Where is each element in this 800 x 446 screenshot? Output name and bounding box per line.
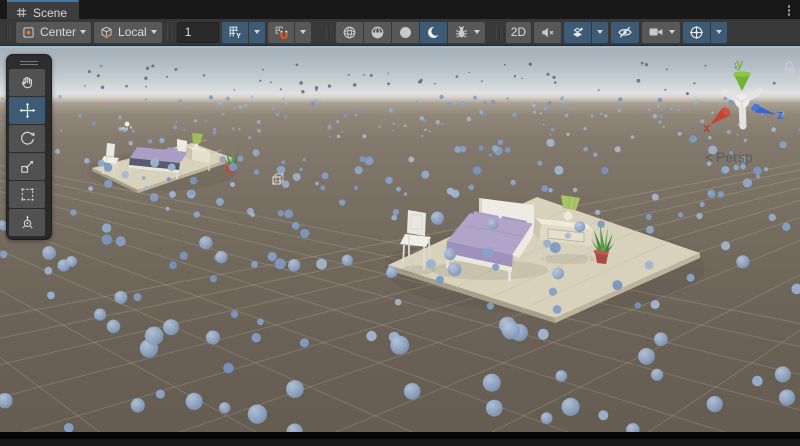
grid-visibility-dropdown[interactable] [249, 22, 265, 43]
particles-far [1, 95, 800, 139]
local-cube-icon [99, 25, 114, 40]
toolbar-drag-handle[interactable] [167, 25, 172, 40]
toolbar-drag-handle[interactable] [6, 25, 11, 40]
effects-toggle[interactable] [564, 22, 591, 43]
axis-y-label: y [736, 56, 744, 71]
gizmos-toggle[interactable] [683, 22, 710, 43]
chevron-down-icon [474, 30, 480, 34]
axis-y-cone[interactable] [734, 71, 751, 91]
grid-size-input[interactable] [177, 22, 219, 43]
move-tool[interactable] [9, 97, 45, 124]
orientation-dropdown[interactable]: Local [94, 22, 162, 43]
snap-magnet-icon [273, 24, 289, 40]
shading-shaded-button[interactable] [392, 22, 419, 43]
camera-dropdown[interactable] [642, 22, 680, 43]
tab-scene-label: Scene [33, 6, 67, 20]
tab-scene[interactable]: Scene [7, 0, 79, 21]
tools-overlay [6, 54, 52, 240]
2d-mode-toggle[interactable]: 2D [506, 22, 531, 43]
chevron-down-icon [716, 30, 722, 34]
chevron-down-icon [597, 30, 603, 34]
shading-wireframe-button[interactable] [336, 22, 363, 43]
hand-icon [19, 74, 36, 91]
2d-mode-label: 2D [511, 25, 526, 39]
snap-dropdown[interactable] [295, 22, 311, 43]
projection-label: Persp [716, 149, 753, 165]
effects-dropdown[interactable] [592, 22, 608, 43]
projection-arrow: < [705, 149, 713, 165]
chevron-down-icon [151, 30, 157, 34]
toolbar-drag-handle[interactable] [326, 25, 331, 40]
eye-hidden-icon [616, 23, 634, 41]
gizmo-sphere-icon [688, 24, 705, 41]
chevron-down-icon [254, 30, 260, 34]
chevron-down-icon [669, 30, 675, 34]
audio-toggle[interactable] [534, 22, 561, 43]
move-icon [19, 102, 36, 119]
transform-icon [19, 214, 36, 231]
lock-icon[interactable] [784, 62, 794, 75]
gizmos-dropdown[interactable] [711, 22, 727, 43]
rect-tool[interactable] [9, 181, 45, 208]
particle-gizmo[interactable] [273, 174, 283, 184]
scene-lighting-toggle[interactable] [420, 22, 447, 43]
audio-muted-icon [539, 24, 556, 41]
view-hand-tool[interactable] [9, 69, 45, 96]
scene-viewport[interactable]: y x z < Persp [0, 46, 800, 439]
scene-visibility-toggle[interactable] [611, 22, 639, 43]
snap-toggle[interactable] [268, 22, 294, 43]
pivot-label: Center [40, 25, 76, 39]
particles-foreground [0, 317, 795, 439]
particles-sky [7, 62, 775, 95]
debug-dropdown[interactable] [448, 22, 485, 43]
orientation-label: Local [118, 25, 147, 39]
axis-z-label: z [777, 107, 784, 122]
tools-drag-handle[interactable] [9, 57, 49, 68]
projection-toggle[interactable]: < Persp [705, 149, 753, 165]
grid-visibility-toggle[interactable]: Y [222, 22, 248, 43]
sphere-half-icon [369, 24, 386, 41]
sphere-solid-icon [397, 24, 414, 41]
sphere-wireframe-icon [341, 24, 358, 41]
scale-tool[interactable] [9, 153, 45, 180]
transform-tool[interactable] [9, 209, 45, 236]
window-bottom-edge [0, 432, 800, 439]
moon-icon [425, 24, 442, 41]
kebab-menu-icon[interactable] [786, 3, 793, 18]
scene-render: y x z < Persp [0, 46, 800, 439]
scene-toolbar: Center Local Y [0, 19, 800, 46]
shading-shaded-wireframe-button[interactable] [364, 22, 391, 43]
rotate-tool[interactable] [9, 125, 45, 152]
bug-icon [453, 24, 470, 41]
svg-text:Y: Y [236, 32, 241, 40]
pivot-dropdown[interactable]: Center [16, 22, 91, 43]
effects-icon [569, 24, 586, 41]
camera-icon [647, 23, 665, 41]
axis-x-cone[interactable] [710, 106, 732, 125]
scale-icon [19, 158, 36, 175]
view-orientation-gizmo[interactable]: y x z [703, 56, 784, 135]
axis-x-label: x [703, 120, 711, 135]
tab-bar: Scene [0, 0, 800, 19]
chevron-down-icon [300, 30, 306, 34]
chevron-down-icon [80, 30, 86, 34]
toolbar-drag-handle[interactable] [496, 25, 501, 40]
scene-window: Scene Center Local [0, 0, 800, 446]
rect-icon [19, 186, 36, 203]
rotate-icon [19, 130, 36, 147]
grid-icon [16, 7, 27, 18]
axis-z-cone[interactable] [750, 103, 776, 115]
grid-y-icon: Y [227, 24, 243, 40]
pivot-center-icon [21, 25, 36, 40]
